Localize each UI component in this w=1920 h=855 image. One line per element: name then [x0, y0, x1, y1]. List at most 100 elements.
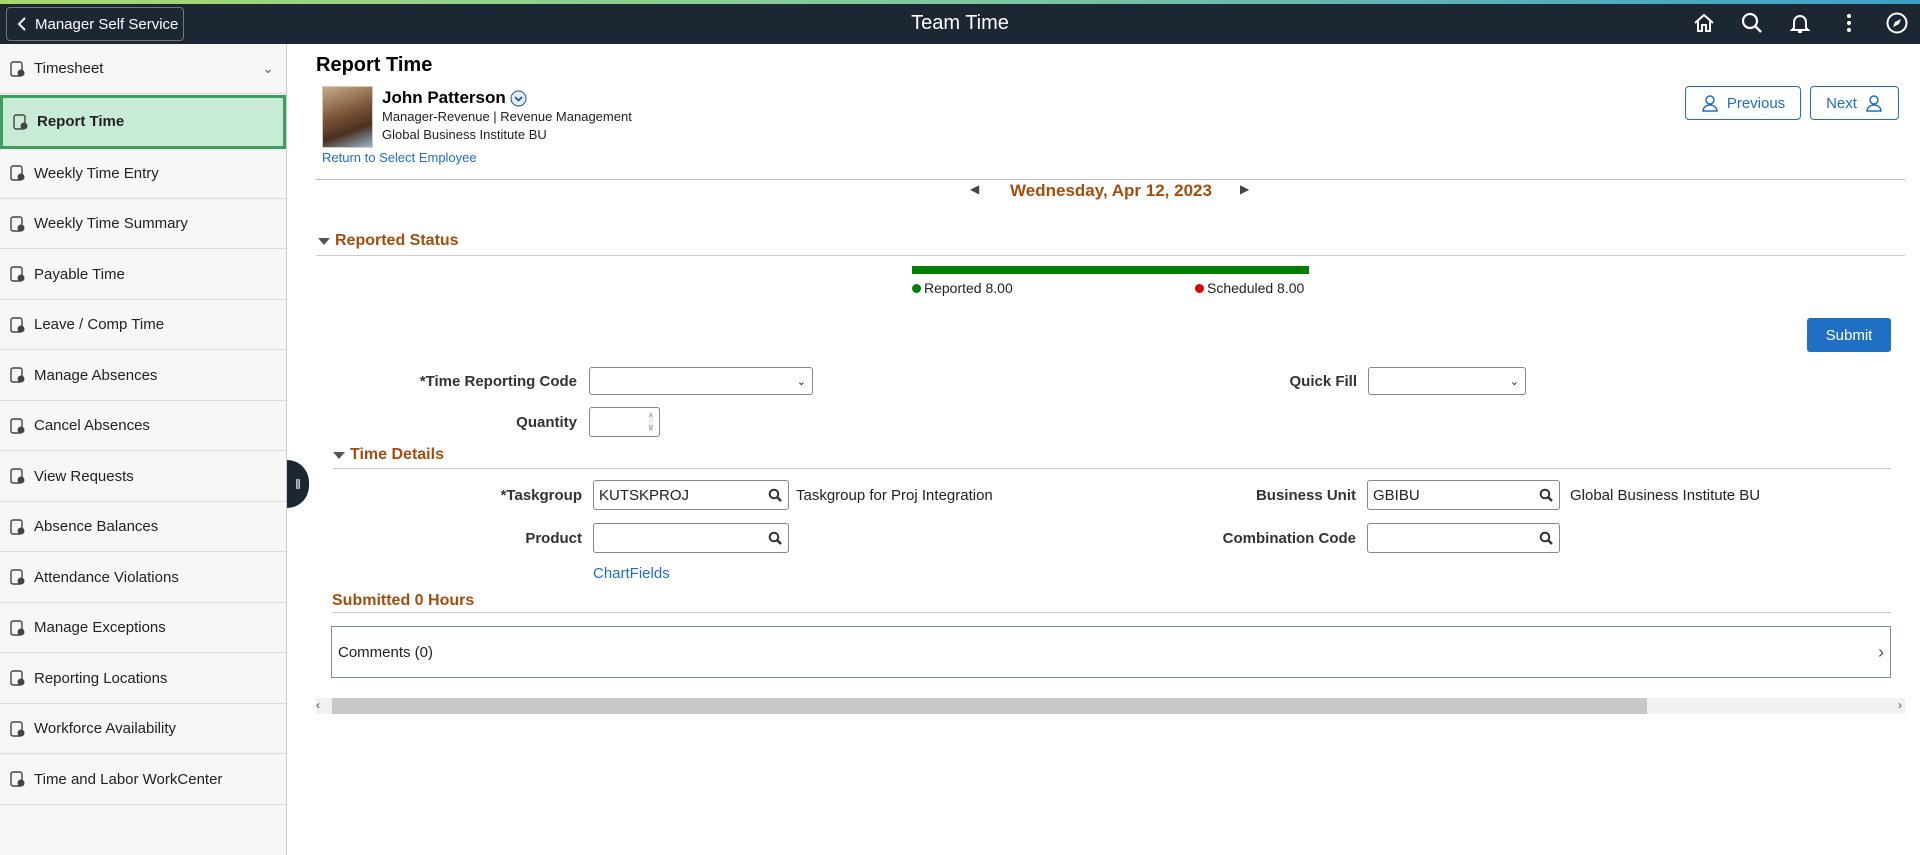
employee-name: John Patterson [382, 88, 506, 107]
reported-status-header[interactable]: Reported Status [318, 232, 459, 250]
combination-code-label: Combination Code [1222, 530, 1356, 547]
sidebar-item-label: Weekly Time Summary [34, 215, 188, 232]
sidebar-item-attendance-violations[interactable]: Attendance Violations [0, 553, 286, 603]
green-dot-icon [912, 283, 921, 293]
sidebar-item-label: Attendance Violations [34, 568, 179, 586]
horizontal-scrollbar[interactable]: ‹ › [316, 698, 1905, 714]
scroll-right-icon[interactable]: › [1898, 698, 1902, 712]
collapse-triangle-icon [333, 451, 345, 459]
chartfields-link[interactable]: ChartFields [593, 565, 670, 582]
person-icon [1702, 95, 1718, 112]
chevron-down-icon: ⌄ [1509, 375, 1519, 388]
collapse-handle[interactable]: ‖ [287, 460, 309, 508]
scroll-left-icon[interactable]: ‹ [316, 698, 320, 712]
product-label: Product [525, 530, 582, 547]
sidebar-item-weekly-time-entry[interactable]: Weekly Time Entry [0, 149, 286, 199]
bell-icon[interactable] [1787, 10, 1813, 36]
submit-button[interactable]: Submit [1807, 318, 1891, 352]
combination-code-input[interactable] [1367, 523, 1560, 553]
next-button[interactable]: Next [1810, 86, 1899, 120]
report-time-icon [13, 113, 28, 130]
scrollbar-thumb[interactable] [332, 698, 1647, 714]
sidebar-item-time-and-labor-workcenter[interactable]: Time and Labor WorkCenter [0, 755, 286, 805]
search-icon[interactable] [768, 488, 782, 502]
sidebar-item-manage-exceptions[interactable]: Manage Exceptions [0, 603, 286, 653]
search-icon[interactable] [1539, 531, 1553, 545]
business-unit-input[interactable]: GBIBU [1367, 480, 1560, 510]
scheduled-label: Scheduled 8.00 [1207, 280, 1305, 296]
taskgroup-description: Taskgroup for Proj Integration [796, 487, 993, 504]
payable-icon [10, 266, 25, 282]
quick-fill-select[interactable]: ⌄ [1368, 367, 1526, 395]
trc-select[interactable]: ⌄ [589, 367, 813, 395]
quantity-stepper[interactable]: ^ v [589, 407, 660, 437]
search-icon[interactable] [1739, 10, 1765, 36]
sidebar-item-payable-time[interactable]: Payable Time [0, 250, 286, 300]
chevron-right-icon: › [1878, 641, 1884, 662]
person-icon [1866, 95, 1882, 112]
employee-photo [322, 86, 373, 148]
stepper-arrows-icon[interactable]: ^ v [648, 412, 653, 432]
sidebar-item-label: Report Time [37, 113, 125, 130]
more-icon[interactable] [1836, 10, 1862, 36]
sidebar-item-workforce-availability[interactable]: Workforce Availability [0, 704, 286, 754]
business-unit-description: Global Business Institute BU [1570, 487, 1761, 504]
comments-row[interactable]: Comments (0) › [331, 626, 1891, 678]
employee-title: Manager-Revenue | Revenue Management [382, 109, 632, 124]
employee-bu: Global Business Institute BU [382, 127, 547, 142]
divider [333, 468, 1891, 469]
previous-button[interactable]: Previous [1685, 86, 1801, 120]
chevron-down-icon[interactable]: ⌄ [262, 60, 274, 77]
sidebar-item-report-time[interactable]: Report Time [0, 94, 286, 149]
sidebar-item-view-requests[interactable]: View Requests [0, 452, 286, 502]
quick-fill-label: Quick Fill [1289, 373, 1357, 390]
time-details-header[interactable]: Time Details [333, 446, 444, 464]
employee-name-row: John Patterson [382, 88, 527, 108]
calendar-icon [10, 215, 25, 232]
sidebar-item-label: View Requests [34, 467, 134, 485]
business-unit-label: Business Unit [1255, 487, 1356, 504]
sidebar-item-weekly-time-summary[interactable]: Weekly Time Summary [0, 199, 286, 249]
sidebar-item-label: Weekly Time Entry [34, 164, 159, 182]
sidebar-item-absence-balances[interactable]: Absence Balances [0, 502, 286, 552]
compass-icon[interactable] [1884, 10, 1910, 36]
sidebar-item-manage-absences[interactable]: Manage Absences [0, 351, 286, 401]
red-dot-icon [1195, 283, 1204, 293]
next-label: Next [1826, 94, 1857, 112]
sidebar-item-label: Workforce Availability [34, 720, 177, 737]
clock-edit-icon [10, 165, 25, 181]
sidebar-item-label: Manage Absences [34, 366, 158, 384]
collapse-triangle-icon [318, 237, 330, 245]
briefcase-icon [10, 367, 25, 383]
brand-strip [0, 0, 1920, 4]
sidebar-item-timesheet[interactable]: Timesheet ⌄ [0, 44, 286, 94]
home-icon[interactable] [1691, 10, 1717, 36]
sidebar-item-cancel-absences[interactable]: Cancel Absences [0, 401, 286, 451]
sidebar-item-label: Absence Balances [34, 518, 159, 535]
chevron-down-circle-icon[interactable] [510, 90, 527, 107]
workcenter-icon [10, 771, 25, 787]
page-title: Report Time [316, 54, 433, 76]
sidebar-item-leave-comp-time[interactable]: Leave / Comp Time [0, 300, 286, 350]
return-to-select-employee-link[interactable]: Return to Select Employee [322, 150, 477, 165]
business-unit-value: GBIBU [1373, 486, 1420, 504]
previous-day-arrow-icon[interactable]: ◀ [970, 182, 979, 196]
taskgroup-label: *Taskgroup [500, 487, 582, 504]
reported-status-title: Reported Status [335, 232, 459, 249]
taskgroup-input[interactable]: KUTSKPROJ [593, 480, 789, 510]
reported-legend: Reported 8.00 [912, 280, 1013, 296]
comments-label: Comments (0) [338, 643, 434, 661]
people-icon [10, 720, 25, 737]
scheduled-legend: Scheduled 8.00 [1195, 280, 1304, 296]
app-title: Team Time [911, 12, 1009, 34]
search-icon[interactable] [768, 531, 782, 545]
quantity-label: Quantity [516, 414, 577, 431]
calendar-icon [10, 569, 25, 585]
search-icon[interactable] [1539, 488, 1553, 502]
product-input[interactable] [593, 523, 789, 553]
chevron-down-icon: ⌄ [796, 375, 806, 388]
sidebar-item-reporting-locations[interactable]: Reporting Locations [0, 654, 286, 704]
current-date: Wednesday, Apr 12, 2023 [1010, 181, 1212, 200]
sidebar-item-label: Leave / Comp Time [34, 316, 165, 333]
scales-icon [10, 518, 25, 535]
